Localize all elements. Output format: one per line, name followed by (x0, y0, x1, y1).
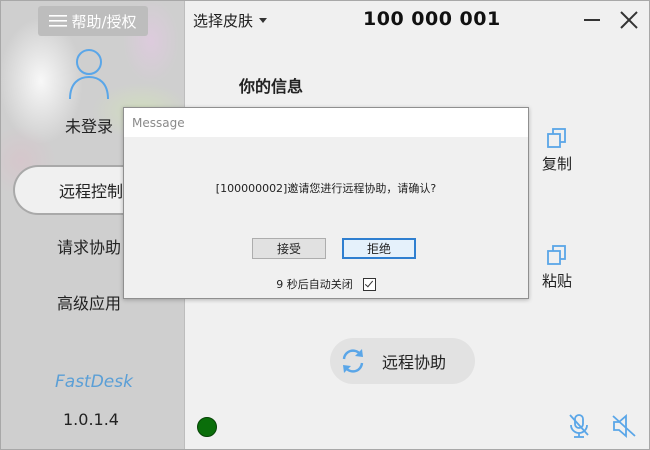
auto-close-row: 9 秒后自动关闭 (124, 276, 528, 292)
skin-select-dropdown[interactable]: 选择皮肤 (193, 10, 268, 31)
paste-label: 粘贴 (541, 272, 572, 290)
auto-close-text: 9 秒后自动关闭 (276, 278, 353, 291)
remote-assist-label: 远程协助 (382, 353, 447, 372)
connection-status-indicator (197, 417, 217, 437)
accept-button[interactable]: 接受 (252, 238, 326, 259)
help-license-label: 帮助/授权 (71, 12, 137, 31)
speaker-muted-icon[interactable] (611, 414, 637, 438)
skin-select-label: 选择皮肤 (193, 12, 254, 30)
auto-close-checkbox[interactable] (362, 277, 376, 291)
sidebar-item-label: 远程控制 (59, 182, 124, 201)
minimize-icon[interactable] (579, 7, 605, 33)
paste-icon (547, 245, 566, 265)
device-id: 100 000 001 (363, 8, 501, 30)
dialog-title-bar[interactable]: Message (124, 108, 528, 137)
copy-label: 复制 (541, 155, 572, 173)
copy-icon (547, 128, 566, 148)
sidebar-item-label: 请求协助 (57, 238, 122, 257)
remote-assist-button[interactable]: 远程协助 (330, 338, 475, 384)
caret-down-icon (259, 18, 268, 23)
help-license-button[interactable]: 帮助/授权 (38, 6, 148, 36)
sidebar-item-label: 高级应用 (57, 294, 122, 313)
close-icon[interactable] (616, 7, 642, 33)
refresh-icon (342, 349, 364, 373)
reject-button[interactable]: 拒绝 (342, 238, 416, 259)
dialog-title: Message (132, 115, 185, 130)
your-info-title: 你的信息 (239, 77, 304, 96)
user-icon[interactable] (67, 47, 111, 101)
copy-button[interactable]: 复制 (535, 127, 579, 174)
message-dialog: Message [100000002]邀请您进行远程协助，请确认? 接受 拒绝 … (123, 107, 529, 299)
menu-icon (49, 15, 68, 27)
app-window: 帮助/授权 未登录 远程控制 请求协助 高级应用 FastDesk 1.0.1.… (0, 0, 650, 450)
brand-logo-text: FastDesk (55, 372, 133, 392)
dialog-message: [100000002]邀请您进行远程协助，请确认? (215, 182, 437, 195)
version-label: 1.0.1.4 (63, 410, 119, 429)
top-bar: 选择皮肤 100 000 001 (185, 1, 649, 39)
mic-icon[interactable] (568, 413, 590, 439)
paste-button[interactable]: 粘贴 (535, 244, 579, 291)
